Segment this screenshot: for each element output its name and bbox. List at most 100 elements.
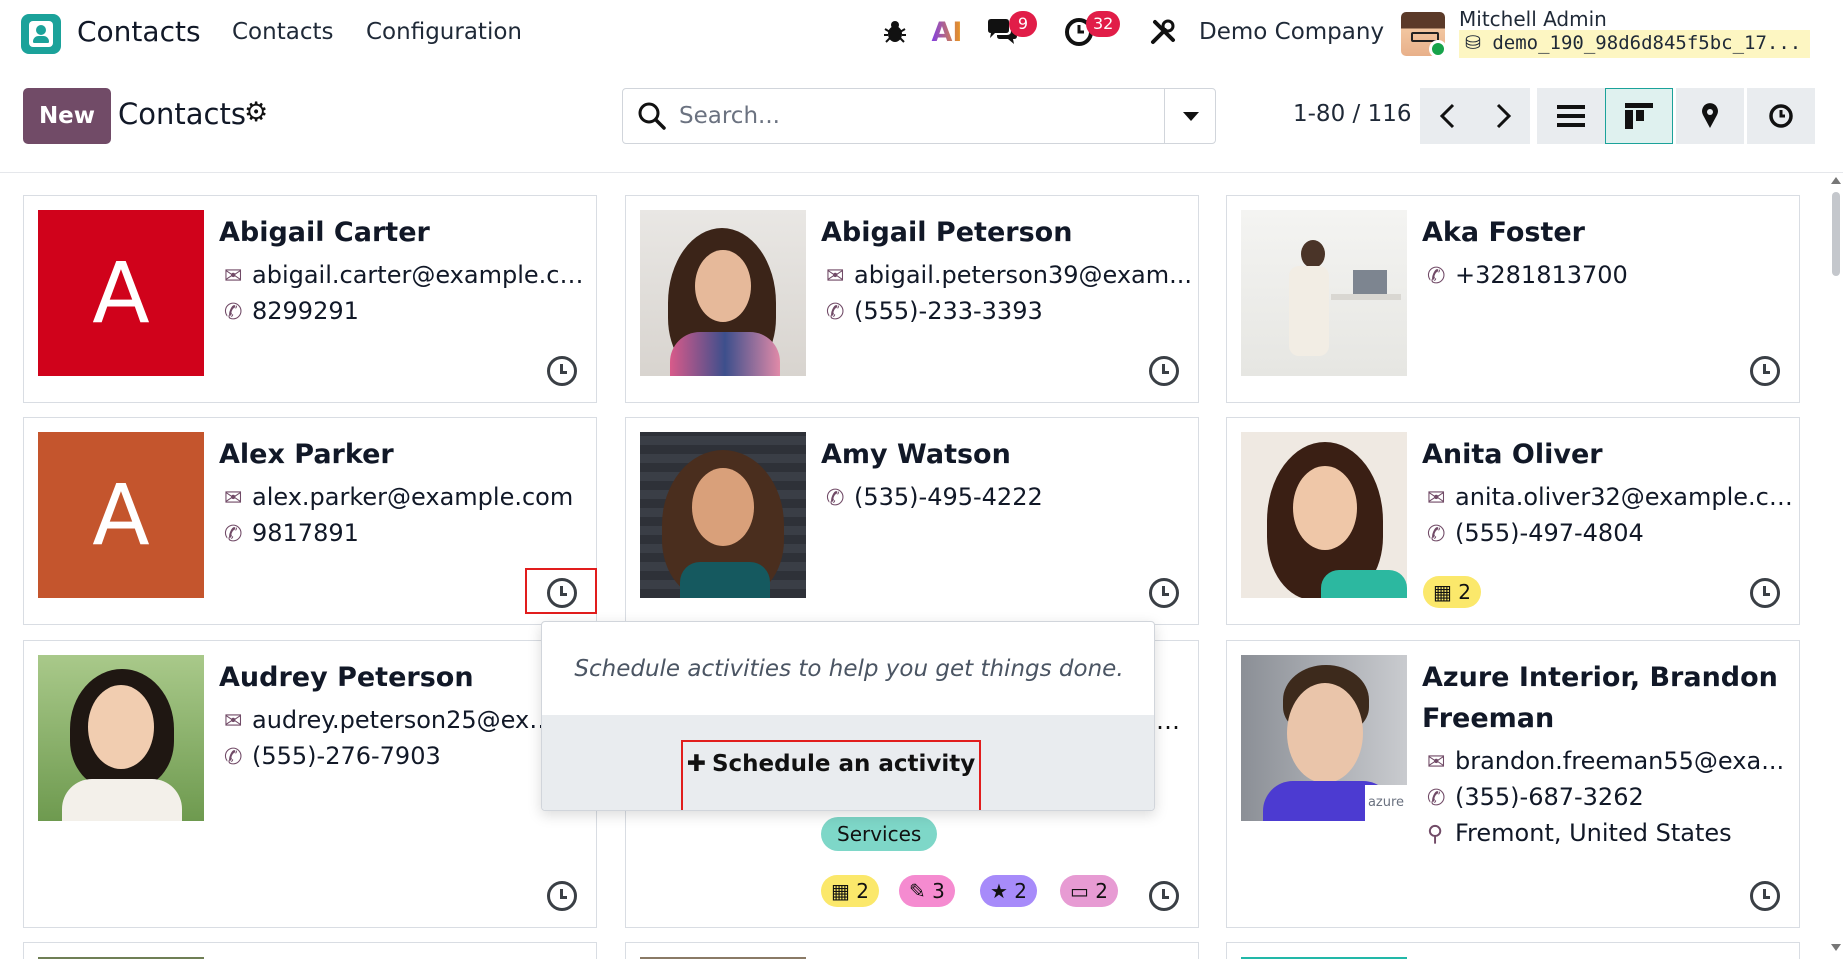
new-button[interactable]: New xyxy=(23,88,111,144)
scroll-up-arrow[interactable] xyxy=(1831,177,1841,184)
truncated-text: … xyxy=(1156,707,1180,735)
activity-clock-icon[interactable] xyxy=(547,356,577,386)
map-view-button[interactable] xyxy=(1676,88,1744,144)
contact-card[interactable]: Abigail Peterson ✉ abigail.peterson39@exa… xyxy=(625,195,1199,403)
phone-icon: ✆ xyxy=(224,522,243,547)
activities-count-badge: 32 xyxy=(1086,11,1121,37)
top-navbar: Contacts Contacts Configuration AI 9 32 … xyxy=(0,0,1843,66)
list-view-button[interactable] xyxy=(1537,88,1605,144)
scrollbar-thumb[interactable] xyxy=(1832,192,1840,276)
envelope-icon: ✉ xyxy=(224,709,243,734)
activity-clock-icon[interactable] xyxy=(1750,881,1780,911)
edit-icon: ✎ xyxy=(909,879,933,903)
search-icon xyxy=(637,101,667,131)
contact-phone: ✆ +3281813700 xyxy=(1427,261,1628,289)
search-input[interactable] xyxy=(679,99,1079,133)
contact-email: ✉ brandon.freeman55@exa... xyxy=(1427,747,1785,775)
popover-message: Schedule activities to help you get thin… xyxy=(574,656,1124,682)
calendar-icon: ▦ xyxy=(831,879,857,903)
activity-popover: Schedule activities to help you get thin… xyxy=(541,621,1155,811)
contact-name: Aka Foster xyxy=(1422,217,1585,248)
app-name[interactable]: Contacts xyxy=(77,15,201,48)
activity-clock-icon[interactable] xyxy=(1149,578,1179,608)
control-panel-divider xyxy=(0,172,1843,173)
azure-logo: azure xyxy=(1365,785,1407,821)
contact-card[interactable]: Amy Watson ✆ (535)-495-4222 xyxy=(625,417,1199,625)
contact-phone: ✆ 8299291 xyxy=(224,297,359,325)
activity-clock-icon[interactable] xyxy=(547,881,577,911)
contact-phone: ✆ (355)-687-3262 xyxy=(1427,783,1644,811)
highlight-box xyxy=(681,740,981,810)
company-switcher[interactable]: Demo Company xyxy=(1199,19,1384,45)
star-icon: ★ xyxy=(990,879,1015,903)
contact-photo xyxy=(640,432,806,598)
contact-card[interactable]: Aka Foster ✆ +3281813700 xyxy=(1226,195,1800,403)
highlight-box xyxy=(525,568,597,614)
search-options-toggle[interactable] xyxy=(1164,88,1216,144)
kanban-view-button[interactable] xyxy=(1605,88,1673,144)
menu-configuration[interactable]: Configuration xyxy=(366,19,522,45)
chevron-down-icon xyxy=(1182,111,1199,121)
contact-photo xyxy=(1241,432,1407,598)
activity-clock-icon[interactable] xyxy=(1149,881,1179,911)
calendar-icon: ▦ xyxy=(1433,580,1459,604)
pager-next-button[interactable] xyxy=(1475,88,1530,144)
invoices-badge[interactable]: ▭ 2 xyxy=(1060,875,1118,907)
contact-email: ✉ audrey.peterson25@exam xyxy=(224,706,564,734)
contact-card[interactable] xyxy=(625,942,1199,959)
contact-card[interactable]: A Alex Parker ✉ alex.parker@example.com ✆… xyxy=(23,417,597,625)
envelope-icon: ✉ xyxy=(224,486,243,511)
contact-photo: azure xyxy=(1241,655,1407,821)
contact-card[interactable] xyxy=(1226,942,1800,959)
contact-phone: ✆ (535)-495-4222 xyxy=(826,483,1043,511)
user-name[interactable]: Mitchell Admin xyxy=(1459,7,1607,31)
contact-photo xyxy=(1241,210,1407,376)
meetings-badge[interactable]: ▦ 2 xyxy=(1423,576,1481,608)
scroll-down-arrow[interactable] xyxy=(1831,944,1841,951)
contact-phone: ✆ (555)-233-3393 xyxy=(826,297,1043,325)
popover-footer: ✚ Schedule an activity xyxy=(542,715,1154,810)
gear-icon[interactable]: ⚙ xyxy=(244,97,268,128)
contact-phone: ✆ (555)-276-7903 xyxy=(224,742,441,770)
services-tag: Services xyxy=(821,817,938,851)
todo-badge[interactable]: ✎ 3 xyxy=(899,875,955,907)
ai-icon[interactable]: AI xyxy=(930,14,964,50)
menu-contacts[interactable]: Contacts xyxy=(232,19,333,45)
contact-card[interactable] xyxy=(23,942,597,959)
contact-card[interactable]: A Abigail Carter ✉ abigail.carter@example… xyxy=(23,195,597,403)
activity-clock-icon[interactable] xyxy=(1149,356,1179,386)
activity-clock-icon[interactable] xyxy=(1750,578,1780,608)
activity-view-button[interactable] xyxy=(1747,88,1815,144)
envelope-icon: ✉ xyxy=(224,264,243,289)
pager-value[interactable]: 1-80 / 116 xyxy=(1293,101,1411,127)
contact-name: Azure Interior, Brandon Freeman xyxy=(1422,662,1778,734)
contact-name: Anita Oliver xyxy=(1422,439,1603,470)
contact-name: Amy Watson xyxy=(821,439,1011,470)
database-name: ⛁ demo_190_98d6d845f5bc_17... xyxy=(1459,30,1810,58)
contact-email: ✉ alex.parker@example.com xyxy=(224,483,574,511)
breadcrumb-title: Contacts xyxy=(118,97,246,131)
messages-count-badge: 9 xyxy=(1009,11,1037,37)
contact-phone: ✆ 9817891 xyxy=(224,519,359,547)
contact-card[interactable]: Anita Oliver ✉ anita.oliver32@example.com… xyxy=(1226,417,1800,625)
envelope-icon: ✉ xyxy=(1427,486,1446,511)
debug-bug-icon[interactable] xyxy=(878,14,912,50)
phone-icon: ✆ xyxy=(1427,264,1446,289)
favorites-badge[interactable]: ★ 2 xyxy=(980,875,1038,907)
contact-name: Abigail Carter xyxy=(219,217,430,248)
contact-email: ✉ anita.oliver32@example.com xyxy=(1427,483,1793,511)
online-status-dot xyxy=(1429,40,1447,58)
pager-previous-button[interactable] xyxy=(1420,88,1475,144)
phone-icon: ✆ xyxy=(224,300,243,325)
contact-phone: ✆ (555)-497-4804 xyxy=(1427,519,1644,547)
phone-icon: ✆ xyxy=(826,300,845,325)
activity-clock-icon[interactable] xyxy=(1750,356,1780,386)
contact-avatar: A xyxy=(38,210,204,376)
meetings-badge[interactable]: ▦ 2 xyxy=(821,875,879,907)
contacts-app-icon[interactable] xyxy=(21,14,61,54)
envelope-icon: ✉ xyxy=(1427,750,1446,775)
contact-card[interactable]: azure Azure Interior, Brandon Freeman ✉ b… xyxy=(1226,640,1800,928)
tools-icon[interactable] xyxy=(1146,14,1180,50)
credit-card-icon: ▭ xyxy=(1070,879,1096,903)
contact-card[interactable]: Audrey Peterson ✉ audrey.peterson25@exam … xyxy=(23,640,597,928)
